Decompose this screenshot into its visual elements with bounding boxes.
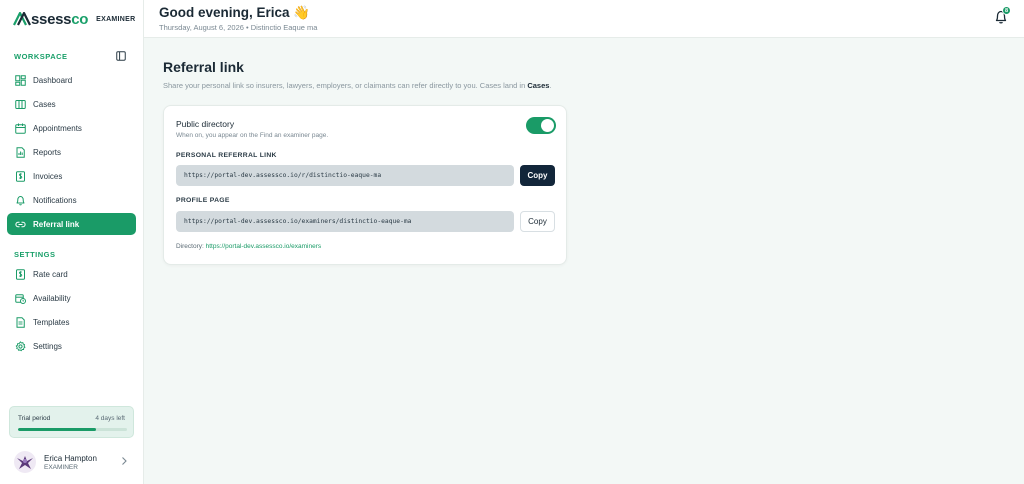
sidebar-item-settings[interactable]: Settings [7, 335, 136, 357]
profile-page-label: PROFILE PAGE [176, 197, 230, 204]
chevron-right-icon [122, 457, 127, 465]
sidebar-item-label: Templates [33, 317, 70, 327]
sidebar-item-reports[interactable]: Reports [7, 141, 136, 163]
sidebar: ssess co EXAMINER WORKSPACE Dashboard Cas… [0, 0, 144, 484]
user-name: Erica Hampton [44, 453, 97, 463]
trial-progress-bar [18, 428, 127, 431]
sidebar-item-invoices[interactable]: Invoices [7, 165, 136, 187]
dashboard-icon [15, 74, 26, 86]
page-title: Referral link [163, 59, 244, 75]
sidebar-item-label: Availability [33, 293, 71, 303]
gear-icon [15, 340, 26, 352]
trial-period-card: Trial period 4 days left [9, 406, 134, 438]
copy-profile-link-button[interactable]: Copy [520, 211, 555, 232]
directory-link[interactable]: https://portal-dev.assessco.io/examiners [206, 243, 322, 250]
brand-name-prefix: ssess [31, 10, 72, 28]
referral-link-label: PERSONAL REFERRAL LINK [176, 152, 277, 159]
sidebar-item-label: Appointments [33, 123, 82, 133]
calendar-icon [15, 123, 26, 134]
settings-section-label: SETTINGS [14, 250, 56, 259]
sidebar-item-notifications[interactable]: Notifications [7, 189, 136, 211]
brand-name-suffix: co [71, 10, 89, 28]
public-directory-title: Public directory [176, 119, 235, 129]
trial-days-left: 4 days left [95, 415, 125, 422]
link-icon [15, 219, 26, 230]
sidebar-item-label: Settings [33, 341, 62, 351]
template-icon [15, 316, 26, 328]
user-role: EXAMINER [44, 463, 78, 471]
profile-page-field[interactable]: https://portal-dev.assessco.io/examiners… [176, 211, 514, 232]
directory-line: Directory: https://portal-dev.assessco.i… [176, 243, 321, 250]
user-profile[interactable]: Erica Hampton EXAMINER [14, 450, 134, 474]
brand-mark-icon [13, 12, 31, 26]
notification-count-badge: 8 [1002, 6, 1011, 15]
sidebar-item-label: Notifications [33, 195, 77, 205]
trial-progress-fill [18, 428, 97, 431]
sidebar-item-referral-link[interactable]: Referral link [7, 213, 136, 235]
invoice-icon [15, 170, 26, 182]
sidebar-item-cases[interactable]: Cases [7, 93, 136, 115]
toggle-knob [541, 119, 554, 132]
page-description: Share your personal link so insurers, la… [163, 81, 552, 90]
availability-icon [15, 293, 26, 304]
brand[interactable]: ssess co EXAMINER [13, 10, 135, 28]
sidebar-item-label: Cases [33, 99, 56, 109]
referral-link-field[interactable]: https://portal-dev.assessco.io/r/distinc… [176, 165, 514, 186]
report-icon [15, 146, 26, 158]
public-directory-description: When on, you appear on the Find an exami… [176, 132, 329, 139]
avatar-illustration-icon [17, 456, 33, 469]
brand-logo: ssess co [13, 11, 88, 28]
bell-icon [15, 195, 26, 206]
sidebar-item-availability[interactable]: Availability [7, 287, 136, 309]
brand-role: EXAMINER [96, 15, 136, 23]
date-subline: Thursday, August 6, 2026 • Distinctio Ea… [159, 23, 318, 32]
sidebar-item-appointments[interactable]: Appointments [7, 117, 136, 139]
sidebar-item-rate-card[interactable]: Rate card [7, 263, 136, 285]
copy-referral-link-button[interactable]: Copy [520, 165, 555, 186]
top-header: Good evening, Erica 👋 Thursday, August 6… [144, 0, 1024, 38]
referral-card: Public directory When on, you appear on … [163, 105, 567, 265]
greeting: Good evening, Erica 👋 [159, 5, 311, 20]
trial-label: Trial period [18, 415, 51, 422]
public-directory-toggle[interactable] [526, 117, 556, 134]
cases-emphasis: Cases [527, 81, 550, 90]
sidebar-item-label: Rate card [33, 269, 68, 279]
sidebar-item-dashboard[interactable]: Dashboard [7, 69, 136, 91]
sidebar-item-label: Referral link [33, 219, 80, 229]
rate-card-icon [15, 268, 26, 280]
sidebar-collapse-icon[interactable] [116, 51, 126, 61]
avatar [14, 451, 36, 473]
workspace-section-label: WORKSPACE [14, 52, 68, 61]
page-description-end: . [549, 81, 552, 90]
cases-icon [15, 99, 26, 110]
page-description-text: Share your personal link so insurers, la… [163, 81, 528, 90]
directory-prefix: Directory: [176, 243, 206, 250]
sidebar-item-label: Reports [33, 147, 62, 157]
sidebar-item-label: Dashboard [33, 75, 73, 85]
sidebar-item-label: Invoices [33, 171, 63, 181]
sidebar-item-templates[interactable]: Templates [7, 311, 136, 333]
